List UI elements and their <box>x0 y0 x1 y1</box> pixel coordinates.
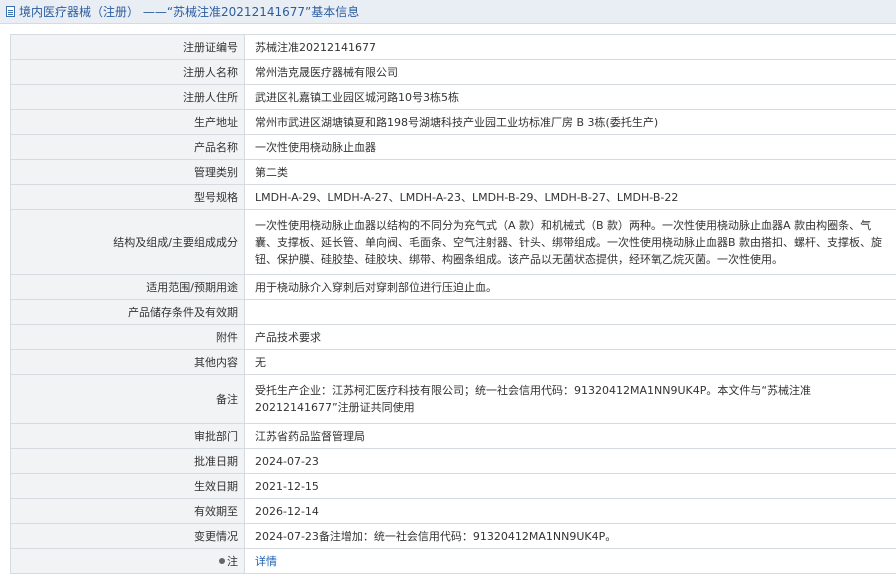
row-label-registrant-name: 注册人名称 <box>10 59 245 85</box>
row-label-other: 其他内容 <box>10 349 245 375</box>
page-title: 境内医疗器械（注册） ——“苏械注准20212141677”基本信息 <box>19 5 360 19</box>
table-row: 产品储存条件及有效期 <box>10 299 896 325</box>
table-row: 产品名称 一次性使用桡动脉止血器 <box>10 134 896 160</box>
table-row: 注 详情 <box>10 548 896 574</box>
note-icon <box>219 557 225 564</box>
row-value-note: 详情 <box>244 548 896 574</box>
row-label-product-name: 产品名称 <box>10 134 245 160</box>
row-value-registration-number: 苏械注准20212141677 <box>244 34 896 60</box>
row-value-approval-dept: 江苏省药品监督管理局 <box>244 423 896 449</box>
row-value-other: 无 <box>244 349 896 375</box>
row-value-changes: 2024-07-23备注增加：统一社会信用代码：91320412MA1NN9UK… <box>244 523 896 549</box>
table-row: 备注 受托生产企业：江苏柯汇医疗科技有限公司；统一社会信用代码：91320412… <box>10 374 896 424</box>
page-header: 境内医疗器械（注册） ——“苏械注准20212141677”基本信息 <box>0 0 896 24</box>
info-table-container: 注册证编号 苏械注准20212141677 注册人名称 常州浩克晟医疗器械有限公… <box>10 34 896 574</box>
row-label-note: 注 <box>10 548 245 574</box>
table-row: 其他内容 无 <box>10 349 896 375</box>
table-row: 管理类别 第二类 <box>10 159 896 185</box>
table-row: 型号规格 LMDH-A-29、LMDH-A-27、LMDH-A-23、LMDH-… <box>10 184 896 210</box>
row-value-approval-date: 2024-07-23 <box>244 448 896 474</box>
row-label-structure: 结构及组成/主要组成成分 <box>10 209 245 275</box>
info-table: 注册证编号 苏械注准20212141677 注册人名称 常州浩克晟医疗器械有限公… <box>10 34 896 574</box>
table-row: 注册人名称 常州浩克晟医疗器械有限公司 <box>10 59 896 85</box>
row-value-storage <box>244 299 896 325</box>
row-label-model-spec: 型号规格 <box>10 184 245 210</box>
table-row: 有效期至 2026-12-14 <box>10 498 896 524</box>
row-value-remarks: 受托生产企业：江苏柯汇医疗科技有限公司；统一社会信用代码：91320412MA1… <box>244 374 896 424</box>
details-link[interactable]: 详情 <box>255 555 277 568</box>
table-row: 生产地址 常州市武进区湖塘镇夏和路198号湖塘科技产业园工业坊标准厂房 B 3栋… <box>10 109 896 135</box>
table-row: 批准日期 2024-07-23 <box>10 448 896 474</box>
row-label-registration-number: 注册证编号 <box>10 34 245 60</box>
row-value-registrant-address: 武进区礼嘉镇工业园区城河路10号3栋5栋 <box>244 84 896 110</box>
row-label-remarks: 备注 <box>10 374 245 424</box>
table-row: 附件 产品技术要求 <box>10 324 896 350</box>
row-label-approval-date: 批准日期 <box>10 448 245 474</box>
row-label-changes: 变更情况 <box>10 523 245 549</box>
table-row: 生效日期 2021-12-15 <box>10 473 896 499</box>
row-label-storage: 产品储存条件及有效期 <box>10 299 245 325</box>
row-label-management-category: 管理类别 <box>10 159 245 185</box>
row-value-effective-date: 2021-12-15 <box>244 473 896 499</box>
row-value-registrant-name: 常州浩克晟医疗器械有限公司 <box>244 59 896 85</box>
row-value-valid-until: 2026-12-14 <box>244 498 896 524</box>
row-value-structure: 一次性使用桡动脉止血器以结构的不同分为充气式（A 款）和机械式（B 款）两种。一… <box>244 209 896 275</box>
row-value-product-name: 一次性使用桡动脉止血器 <box>244 134 896 160</box>
table-row: 适用范围/预期用途 用于桡动脉介入穿刺后对穿刺部位进行压迫止血。 <box>10 274 896 300</box>
row-label-valid-until: 有效期至 <box>10 498 245 524</box>
table-row: 变更情况 2024-07-23备注增加：统一社会信用代码：91320412MA1… <box>10 523 896 549</box>
table-row: 注册证编号 苏械注准20212141677 <box>10 34 896 60</box>
row-label-attachment: 附件 <box>10 324 245 350</box>
table-row: 结构及组成/主要组成成分 一次性使用桡动脉止血器以结构的不同分为充气式（A 款）… <box>10 209 896 275</box>
document-icon <box>6 6 15 17</box>
row-value-production-address: 常州市武进区湖塘镇夏和路198号湖塘科技产业园工业坊标准厂房 B 3栋(委托生产… <box>244 109 896 135</box>
row-label-registrant-address: 注册人住所 <box>10 84 245 110</box>
row-value-attachment: 产品技术要求 <box>244 324 896 350</box>
row-value-intended-use: 用于桡动脉介入穿刺后对穿刺部位进行压迫止血。 <box>244 274 896 300</box>
note-label: 注 <box>227 554 238 568</box>
row-label-effective-date: 生效日期 <box>10 473 245 499</box>
table-row: 注册人住所 武进区礼嘉镇工业园区城河路10号3栋5栋 <box>10 84 896 110</box>
row-label-approval-dept: 审批部门 <box>10 423 245 449</box>
row-label-production-address: 生产地址 <box>10 109 245 135</box>
row-value-model-spec: LMDH-A-29、LMDH-A-27、LMDH-A-23、LMDH-B-29、… <box>244 184 896 210</box>
row-label-intended-use: 适用范围/预期用途 <box>10 274 245 300</box>
table-row: 审批部门 江苏省药品监督管理局 <box>10 423 896 449</box>
row-value-management-category: 第二类 <box>244 159 896 185</box>
